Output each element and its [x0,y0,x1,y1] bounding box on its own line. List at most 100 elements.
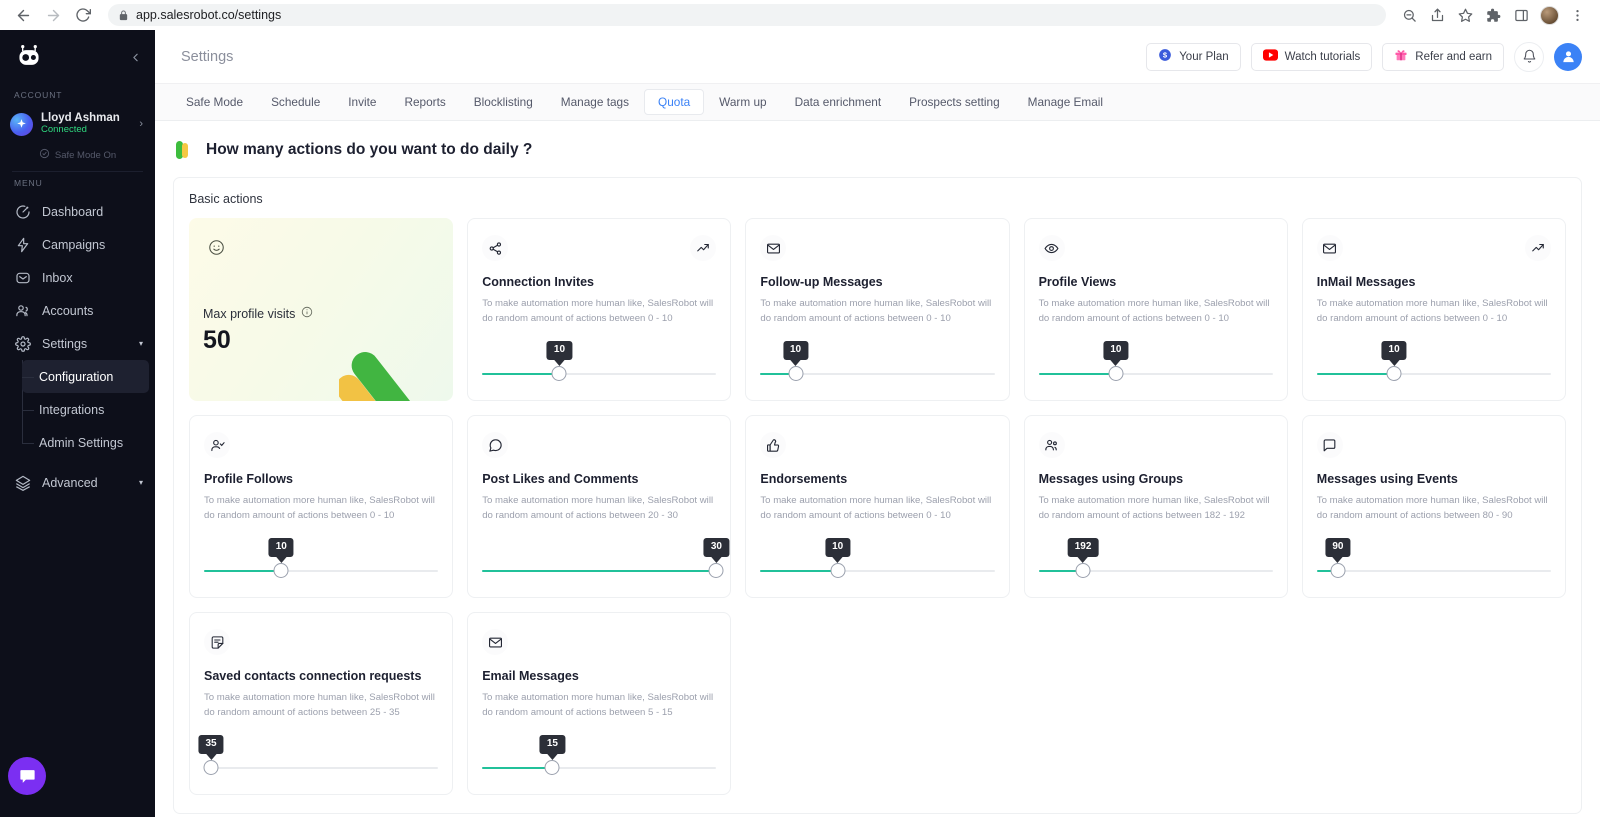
quota-slider[interactable]: 192 [1038,531,1273,583]
sidebar-item-advanced[interactable]: Advanced ▾ [0,466,155,499]
slider-thumb[interactable] [551,366,567,381]
quota-slider[interactable]: 10 [204,531,439,583]
account-status: Connected [41,124,87,136]
quota-card: Post Likes and Comments To make automati… [467,415,732,598]
sidebar-collapse-button[interactable] [129,51,142,64]
slider-track[interactable] [482,569,717,572]
slider-track[interactable] [204,569,439,572]
card-description: To make automation more human like, Sale… [482,692,714,719]
sidebar-item-label: Campaigns [42,237,106,252]
smiley-face-icon [203,234,229,260]
slider-value-badge: 10 [825,538,851,557]
quota-card: Follow-up Messages To make automation mo… [745,218,1010,401]
url-text: app.salesrobot.co/settings [136,8,282,22]
card-description: To make automation more human like, Sale… [1316,495,1548,522]
chrome-menu-icon[interactable] [1564,2,1590,28]
inbox-envelope-icon [14,269,31,286]
sidebar-item-configuration[interactable]: Configuration [22,360,149,393]
your-plan-button[interactable]: $ Your Plan [1146,42,1241,71]
slider-thumb[interactable] [788,366,804,381]
sidebar-subitem-label: Integrations [39,402,105,417]
watch-tutorials-button[interactable]: Watch tutorials [1250,42,1373,71]
quota-slider[interactable]: 10 [1316,334,1551,386]
quota-slider[interactable]: 90 [1316,531,1551,583]
slider-thumb[interactable] [830,563,846,578]
notification-bell-icon[interactable] [1514,41,1544,72]
back-button[interactable] [10,2,36,28]
chevron-right-icon[interactable]: › [139,118,143,130]
sidebar-item-admin-settings[interactable]: Admin Settings [22,426,149,459]
sidebar-item-accounts[interactable]: Accounts [0,294,155,327]
salesrobot-logo[interactable] [14,44,44,70]
slider-thumb[interactable] [273,563,289,578]
slider-thumb[interactable] [203,760,219,775]
slider-thumb[interactable] [544,760,560,775]
slider-track[interactable] [1038,569,1273,572]
sidebar-item-settings[interactable]: Settings ▾ [0,327,155,360]
extensions-puzzle-icon[interactable] [1480,2,1506,28]
slider-track[interactable] [482,766,717,769]
slider-value-badge: 15 [539,735,565,754]
tab-safe-mode[interactable]: Safe Mode [173,90,256,114]
profile-avatar-icon[interactable] [1536,2,1562,28]
tab-invite[interactable]: Invite [335,90,389,114]
slider-thumb[interactable] [1075,563,1091,578]
slider-track[interactable] [482,372,717,375]
chat-bubble-icon[interactable] [8,757,46,795]
card-title: InMail Messages [1316,275,1416,289]
slider-track[interactable] [204,766,439,769]
top-header: Settings $ Your Plan Watch tutorials Ref… [155,30,1600,84]
tab-blocklisting[interactable]: Blocklisting [461,90,546,114]
chevron-down-icon[interactable]: ▾ [139,478,143,487]
tab-manage-tags[interactable]: Manage tags [548,90,642,114]
sidebar-item-inbox[interactable]: Inbox [0,261,155,294]
slider-track[interactable] [760,569,995,572]
slider-track[interactable] [1316,569,1551,572]
quota-slider[interactable]: 10 [482,334,717,386]
max-profile-visits-card: Max profile visits 50 [189,218,454,401]
address-bar[interactable]: app.salesrobot.co/settings [108,4,1386,26]
quota-slider[interactable]: 30 [482,531,729,583]
zoom-out-icon[interactable] [1396,2,1422,28]
slider-thumb[interactable] [1330,563,1346,578]
tab-prospects-setting[interactable]: Prospects setting [896,90,1013,114]
sidebar-item-integrations[interactable]: Integrations [22,393,149,426]
tab-warm-up[interactable]: Warm up [706,90,779,114]
quota-slider[interactable]: 10 [1038,334,1273,386]
campaigns-bolt-icon [14,236,31,253]
tab-schedule[interactable]: Schedule [258,90,333,114]
forward-button[interactable] [40,2,66,28]
side-panel-icon[interactable] [1508,2,1534,28]
tab-manage-email[interactable]: Manage Email [1015,90,1116,114]
info-circle-icon[interactable] [301,306,313,321]
your-plan-label: Your Plan [1179,50,1229,63]
gift-icon [1394,48,1408,65]
slider-thumb[interactable] [1386,366,1402,381]
sidebar-account-card[interactable]: Lloyd Ashman Connected › [0,107,155,141]
bookmark-star-icon[interactable] [1452,2,1478,28]
quota-slider[interactable]: 10 [760,334,995,386]
chevron-down-icon[interactable]: ▾ [139,339,143,348]
quota-card: Saved contacts connection requests To ma… [189,612,454,795]
card-title: Endorsements [760,472,848,486]
slider-track[interactable] [1038,372,1273,375]
plan-coin-icon: $ [1158,48,1172,65]
quota-slider[interactable]: 35 [198,728,439,780]
tab-quota[interactable]: Quota [644,89,705,115]
tab-reports[interactable]: Reports [391,90,458,114]
card-title: Connection Invites [482,275,595,289]
slider-thumb[interactable] [708,563,724,578]
quota-slider[interactable]: 10 [760,531,995,583]
quota-slider[interactable]: 15 [482,728,717,780]
reload-button[interactable] [70,2,96,28]
user-avatar-icon[interactable] [1554,42,1582,71]
share-icon[interactable] [1424,2,1450,28]
card-title: Follow-up Messages [760,275,883,289]
sidebar-item-dashboard[interactable]: Dashboard [0,195,155,228]
sidebar-item-campaigns[interactable]: Campaigns [0,228,155,261]
slider-thumb[interactable] [1108,366,1124,381]
refer-and-earn-button[interactable]: Refer and earn [1382,42,1504,71]
slider-track[interactable] [1316,372,1551,375]
tab-data-enrichment[interactable]: Data enrichment [782,90,895,114]
dashboard-icon [14,203,31,220]
